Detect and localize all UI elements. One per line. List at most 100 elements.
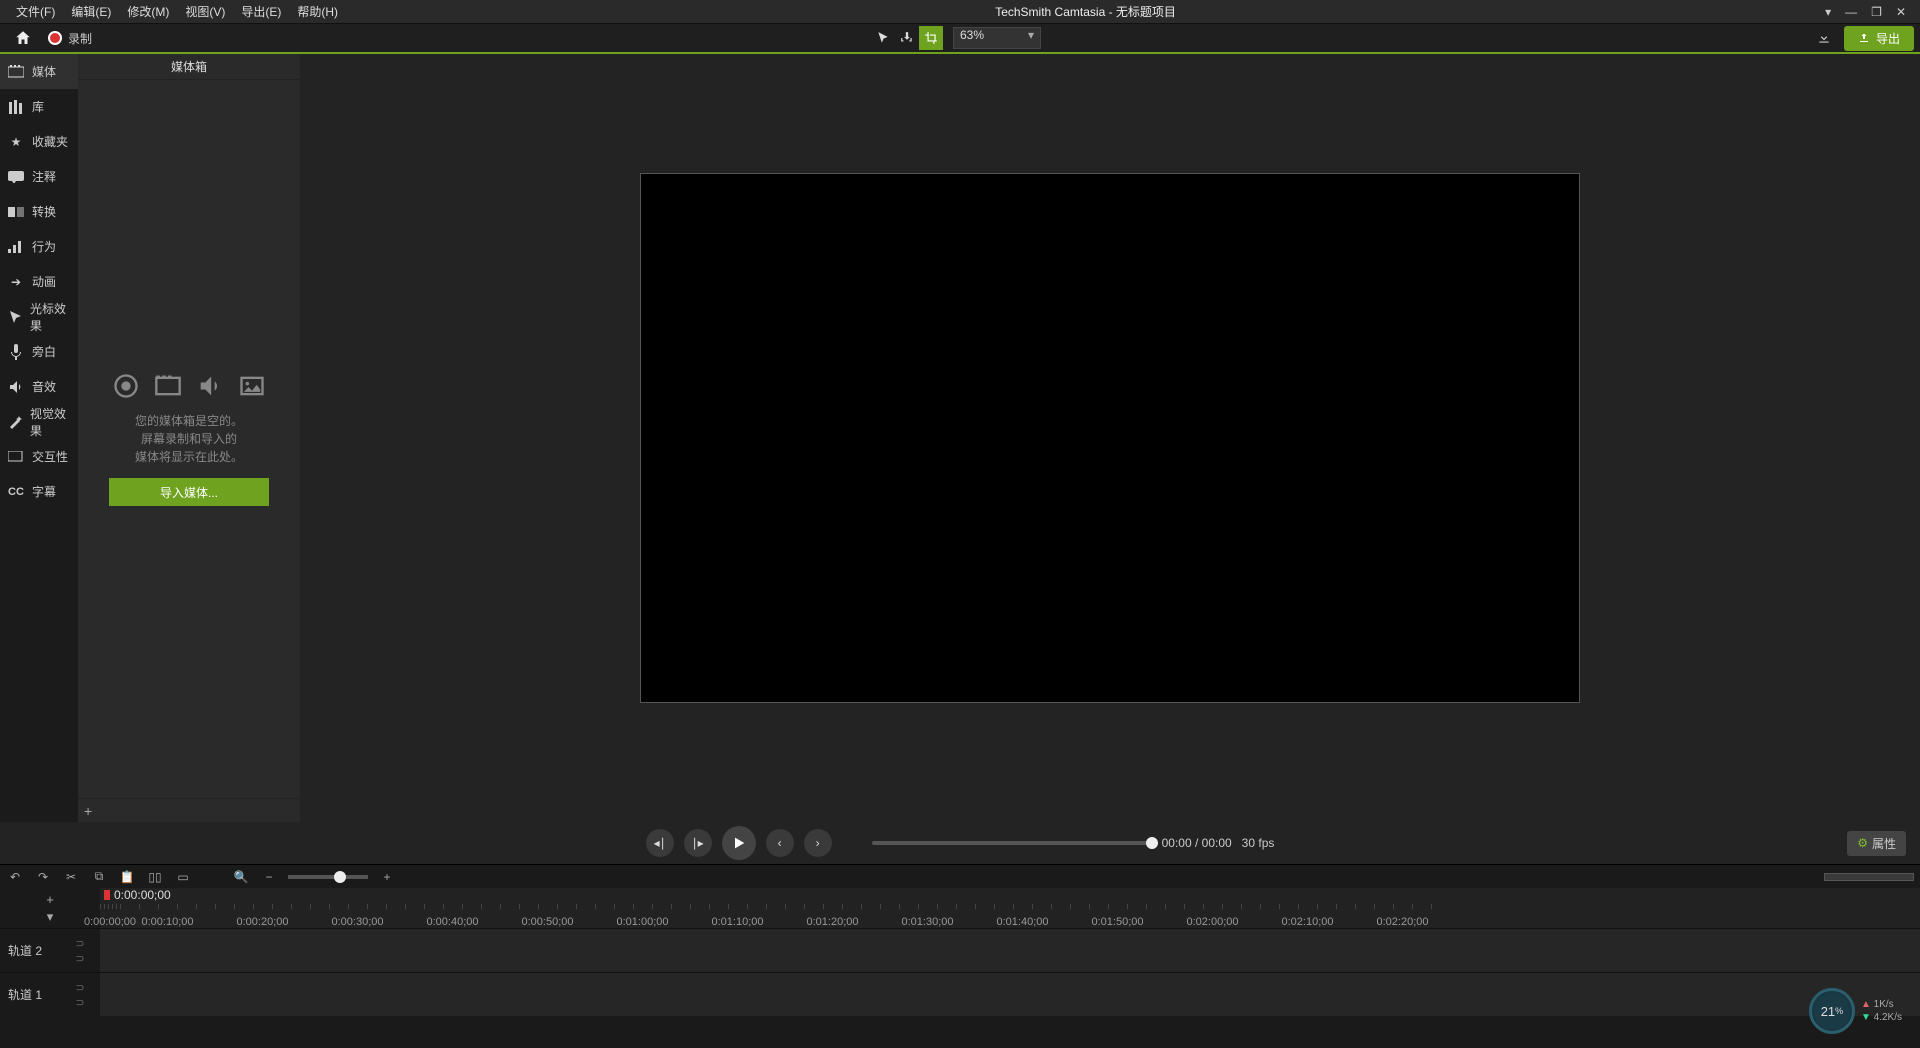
sidebar-label: 媒体 <box>32 63 56 80</box>
sidebar-item-voice[interactable]: 旁白 <box>0 334 78 369</box>
sidebar-item-captions[interactable]: CC 字幕 <box>0 474 78 509</box>
next-marker-button[interactable]: › <box>804 829 832 857</box>
canvas-zoom-select[interactable]: 63% <box>953 27 1041 49</box>
record-button[interactable]: 录制 <box>40 30 100 47</box>
toolbar: 录制 63% 导出 <box>0 24 1920 54</box>
crop-tool[interactable] <box>919 26 943 50</box>
sidebar-item-behaviors[interactable]: 行为 <box>0 229 78 264</box>
copy-button[interactable]: ⧉ <box>90 868 108 886</box>
record-type-icon <box>112 372 140 400</box>
track-visibility-icon[interactable]: ⊃ <box>75 952 84 965</box>
sidebar-label: 字幕 <box>32 483 56 500</box>
sidebar-label: 动画 <box>32 273 56 290</box>
cpu-gauge: 21% <box>1809 988 1855 1034</box>
collapse-tracks-button[interactable]: ▾ <box>47 909 54 925</box>
track-body[interactable] <box>100 929 1920 972</box>
net-upload: 1K/s <box>1861 999 1902 1010</box>
track-row-1: 轨道 1 ⊃ ⊃ <box>0 972 1920 1016</box>
mic-icon <box>8 344 24 360</box>
properties-button[interactable]: ⚙ 属性 <box>1847 831 1906 856</box>
sidebar-item-animations[interactable]: ➔ 动画 <box>0 264 78 299</box>
sidebar-label: 注释 <box>32 168 56 185</box>
add-track-button[interactable]: + <box>46 892 54 907</box>
track-row-2: 轨道 2 ⊃ ⊃ <box>0 928 1920 972</box>
sidebar-item-annotations[interactable]: 注释 <box>0 159 78 194</box>
zoom-out-button[interactable]: − <box>260 868 278 886</box>
prev-marker-button[interactable]: ‹ <box>766 829 794 857</box>
playhead-icon <box>104 890 110 900</box>
preview-canvas[interactable] <box>640 173 1580 703</box>
menu-file[interactable]: 文件(F) <box>8 3 63 20</box>
menu-edit[interactable]: 编辑(E) <box>63 3 119 20</box>
sidebar-item-favorites[interactable]: ★ 收藏夹 <box>0 124 78 159</box>
zoom-in-button[interactable]: + <box>378 868 396 886</box>
sidebar-item-visual-fx[interactable]: 视觉效果 <box>0 404 78 439</box>
playback-slider[interactable] <box>872 841 1152 845</box>
prev-frame-button[interactable]: ◂∣ <box>646 829 674 857</box>
cursor-tool[interactable] <box>871 26 895 50</box>
playback-time: 00:00 / 00:00 <box>1162 836 1232 850</box>
menu-help[interactable]: 帮助(H) <box>289 3 346 20</box>
app-title: TechSmith Camtasia - 无标题项目 <box>346 3 1825 20</box>
animation-icon: ➔ <box>8 274 24 290</box>
system-monitor-overlay[interactable]: 21% 1K/s 4.2K/s <box>1809 988 1902 1034</box>
download-button[interactable] <box>1812 26 1836 50</box>
window-options-icon[interactable]: ▾ <box>1825 5 1831 19</box>
redo-button[interactable]: ↷ <box>34 868 52 886</box>
timeline-zoom-slider[interactable] <box>288 875 368 879</box>
video-type-icon <box>154 372 182 400</box>
menubar: 文件(F) 编辑(E) 修改(M) 视图(V) 导出(E) 帮助(H) Tech… <box>0 0 1920 24</box>
split-button[interactable]: ▯▯ <box>146 868 164 886</box>
play-button[interactable] <box>722 826 756 860</box>
menu-view[interactable]: 视图(V) <box>177 3 233 20</box>
properties-label: 属性 <box>1872 835 1896 852</box>
menu-modify[interactable]: 修改(M) <box>119 3 177 20</box>
track-visibility-icon[interactable]: ⊃ <box>75 996 84 1009</box>
sidebar-item-interactivity[interactable]: 交互性 <box>0 439 78 474</box>
maximize-icon[interactable]: ❐ <box>1871 5 1882 19</box>
sidebar-label: 视觉效果 <box>30 405 70 439</box>
track-lock-icon[interactable]: ⊃ <box>75 981 84 994</box>
net-download: 4.2K/s <box>1861 1012 1902 1023</box>
sidebar: 媒体 库 ★ 收藏夹 注释 转换 行为 ➔ <box>0 54 78 822</box>
sidebar-item-audio-fx[interactable]: 音效 <box>0 369 78 404</box>
audio-type-icon <box>196 372 224 400</box>
cut-button[interactable]: ✂ <box>62 868 80 886</box>
sidebar-label: 库 <box>32 98 44 115</box>
timeline-minimap[interactable] <box>1824 873 1914 881</box>
pan-tool[interactable] <box>895 26 919 50</box>
library-icon <box>8 99 24 115</box>
sidebar-label: 旁白 <box>32 343 56 360</box>
empty-media-text: 您的媒体箱是空的。 屏幕录制和导入的 媒体将显示在此处。 <box>135 412 243 466</box>
sidebar-label: 收藏夹 <box>32 133 68 150</box>
sidebar-item-transitions[interactable]: 转换 <box>0 194 78 229</box>
add-panel-button[interactable]: + <box>84 803 92 819</box>
track-lock-icon[interactable]: ⊃ <box>75 937 84 950</box>
paste-button[interactable]: 📋 <box>118 868 136 886</box>
behavior-icon <box>8 239 24 255</box>
close-icon[interactable]: ✕ <box>1896 5 1906 19</box>
sidebar-label: 交互性 <box>32 448 68 465</box>
zoom-search-icon: 🔍 <box>232 868 250 886</box>
tool-button[interactable]: ▭ <box>174 868 192 886</box>
track-body[interactable] <box>100 973 1920 1016</box>
export-button[interactable]: 导出 <box>1844 26 1914 51</box>
sidebar-item-media[interactable]: 媒体 <box>0 54 78 89</box>
sidebar-label: 行为 <box>32 238 56 255</box>
undo-button[interactable]: ↶ <box>6 868 24 886</box>
track-label[interactable]: 轨道 1 <box>0 973 60 1016</box>
track-label[interactable]: 轨道 2 <box>0 929 60 972</box>
menu-export[interactable]: 导出(E) <box>233 3 289 20</box>
sidebar-label: 转换 <box>32 203 56 220</box>
home-button[interactable] <box>6 29 40 47</box>
cc-icon: CC <box>8 484 24 500</box>
next-frame-button[interactable]: ∣▸ <box>684 829 712 857</box>
sidebar-item-cursor-fx[interactable]: 光标效果 <box>0 299 78 334</box>
record-label: 录制 <box>68 30 92 47</box>
canvas-area <box>300 54 1920 822</box>
media-panel-title: 媒体箱 <box>78 54 300 80</box>
timeline-ruler[interactable]: 0:00:00;00 0:00:00;000:00:10;000:00:20;0… <box>100 888 1920 928</box>
sidebar-item-library[interactable]: 库 <box>0 89 78 124</box>
import-media-button[interactable]: 导入媒体... <box>109 478 269 506</box>
minimize-icon[interactable]: — <box>1845 5 1857 19</box>
